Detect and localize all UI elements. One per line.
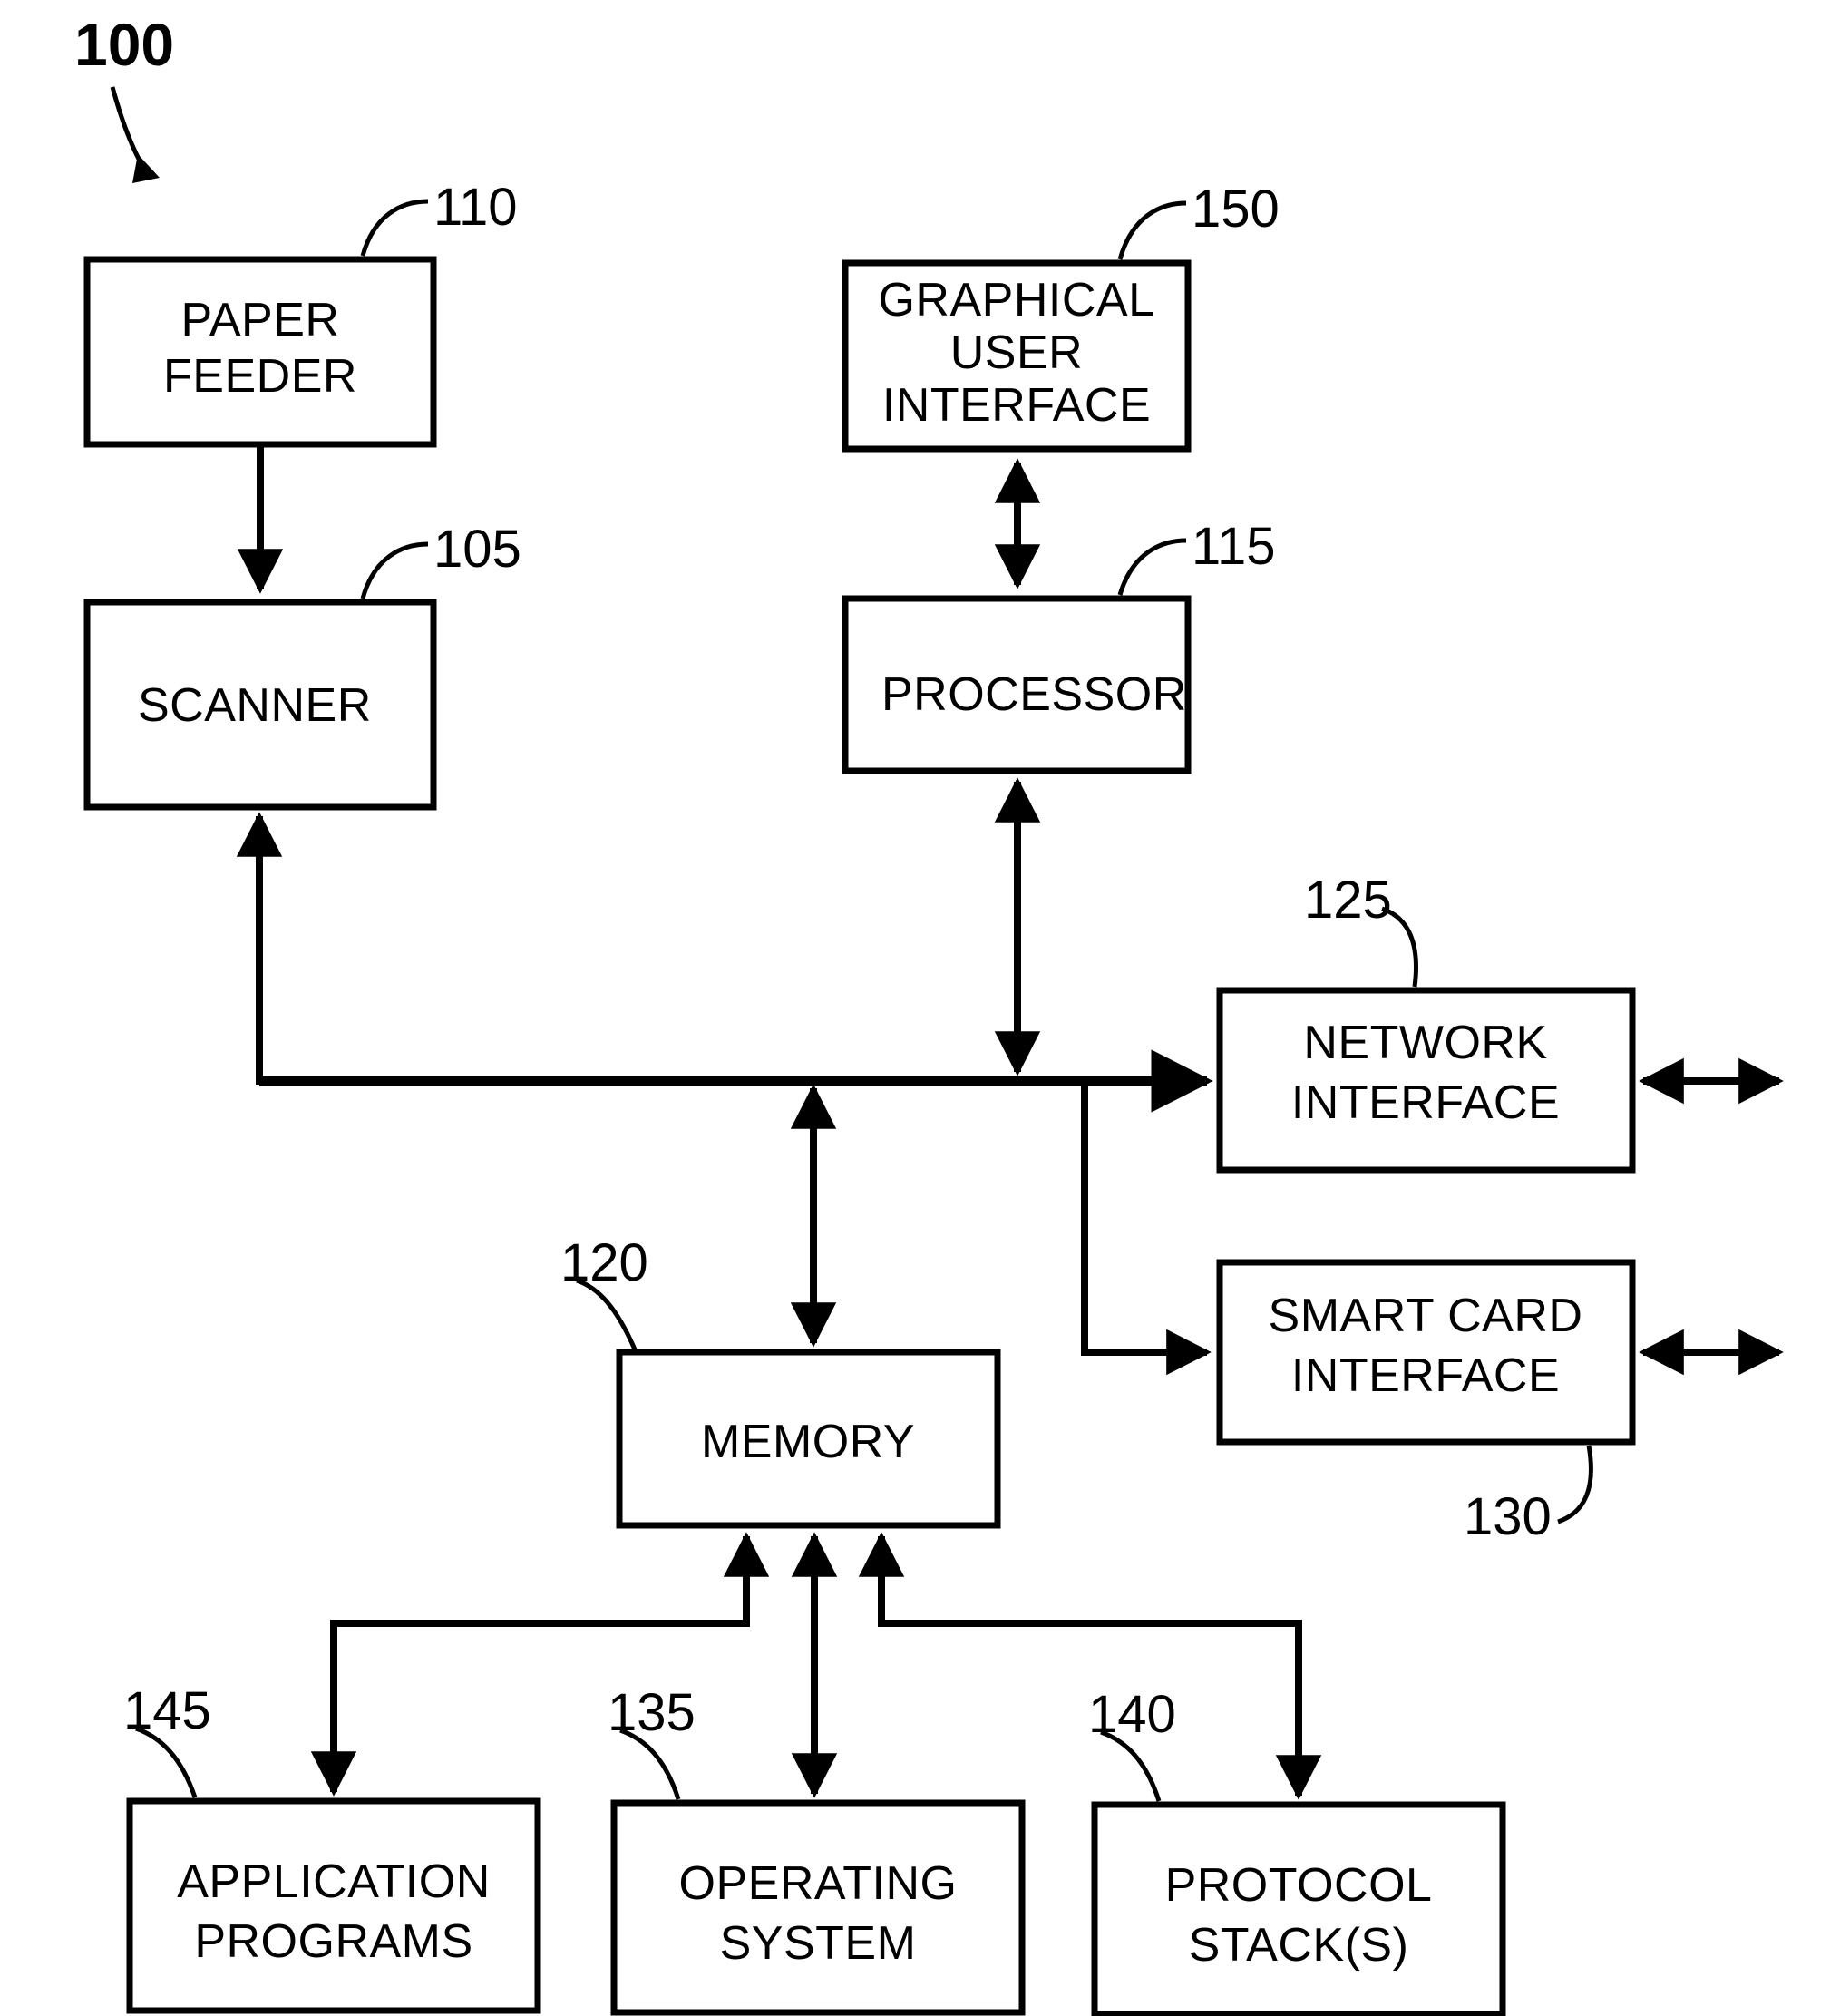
box-smart-card-interface-label-line2: INTERFACE (1291, 1349, 1560, 1402)
box-protocol-stack-label-line2: STACK(S) (1189, 1919, 1409, 1972)
edge-bus-to-smart-card-interface (1081, 1081, 1212, 1376)
box-application-programs-label-line1: APPLICATION (177, 1855, 491, 1908)
system-block-diagram: 100 PAPER FEEDER 110 SCANNER 105 GRAPHIC… (74, 11, 1784, 2016)
ref-leader-105 (360, 541, 429, 599)
ref-leader-150 (1117, 200, 1187, 260)
ref-number-120: 120 (560, 1233, 648, 1292)
figure-number: 100 (74, 11, 174, 78)
box-network-interface-label-line1: NETWORK (1303, 1017, 1547, 1069)
ref-number-140: 140 (1088, 1685, 1176, 1744)
box-application-programs-label-line2: PROGRAMS (194, 1915, 472, 1968)
box-operating-system-label-line1: OPERATING (679, 1857, 958, 1910)
ref-leader-130 (1557, 1445, 1593, 1524)
edge-memory-to-application-programs (310, 1532, 770, 1797)
box-network-interface-label-line2: INTERFACE (1291, 1076, 1560, 1129)
box-memory-label-line1: MEMORY (701, 1416, 915, 1468)
ref-number-105: 105 (433, 520, 521, 579)
box-gui-label-line1: GRAPHICAL (878, 274, 1154, 326)
box-paper-feeder-label-line2: FEEDER (163, 350, 357, 403)
ref-leader-110 (360, 199, 429, 257)
box-operating-system-label-line2: SYSTEM (720, 1917, 917, 1970)
figure-canvas: 100 PAPER FEEDER 110 SCANNER 105 GRAPHIC… (0, 0, 1830, 2016)
ref-number-110: 110 (433, 178, 517, 237)
ref-number-145: 145 (123, 1681, 211, 1740)
ref-number-115: 115 (1192, 517, 1275, 576)
box-protocol-stack-label-line1: PROTOCOL (1165, 1859, 1433, 1912)
box-processor-label-line1: PROCESSOR (881, 668, 1187, 721)
box-gui-label-line3: INTERFACE (882, 379, 1151, 432)
ref-number-135: 135 (608, 1683, 696, 1742)
ref-number-150: 150 (1192, 180, 1280, 239)
ref-number-125: 125 (1304, 871, 1392, 930)
ref-leader-115 (1117, 538, 1187, 596)
box-gui-label-line2: USER (950, 326, 1083, 379)
box-smart-card-interface-label-line1: SMART CARD (1269, 1290, 1583, 1342)
edge-memory-to-protocol-stack (858, 1532, 1322, 1800)
ref-number-130: 130 (1464, 1487, 1552, 1546)
box-scanner-label-line1: SCANNER (138, 679, 372, 732)
box-paper-feeder-label-line1: PAPER (181, 294, 340, 346)
